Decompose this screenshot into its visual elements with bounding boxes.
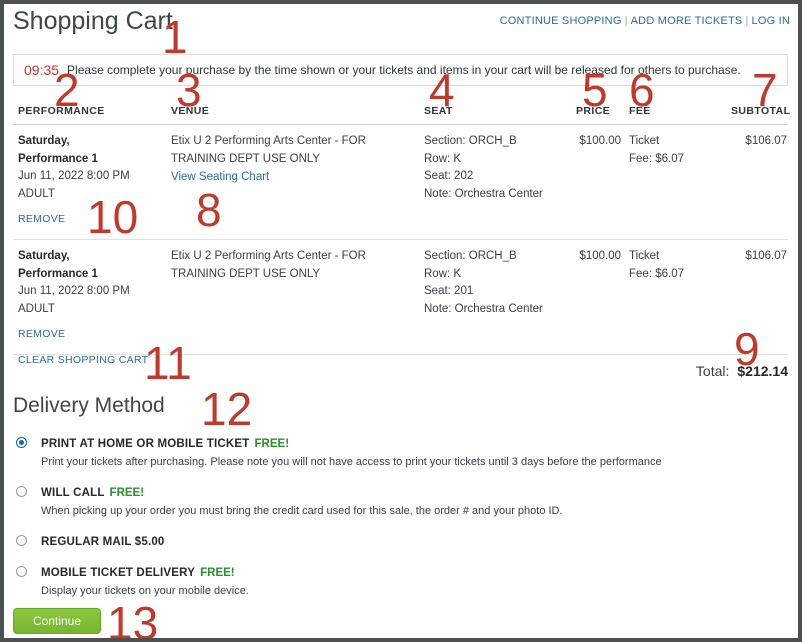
radio-mobile-ticket[interactable] xyxy=(16,566,27,577)
column-header-seat: SEAT xyxy=(424,105,453,117)
seat-number: Seat: 202 xyxy=(424,170,474,182)
cart-table: PERFORMANCE VENUE SEAT PRICE FEE SUBTOTA… xyxy=(13,102,791,355)
countdown-timer: 09:35 xyxy=(24,62,60,78)
seat-section: Section: ORCH_B xyxy=(424,250,517,262)
fee-value: Fee: $6.07 xyxy=(629,267,684,280)
delivery-option-description: Print your tickets after purchasing. Ple… xyxy=(41,456,662,468)
cart-total: Total: $212.14 xyxy=(696,363,788,379)
venue-name: Etix U 2 Performing Arts Center - FOR TR… xyxy=(171,135,366,165)
cell-price: $100.00 xyxy=(579,250,621,262)
delivery-option-description: When picking up your order you must brin… xyxy=(41,505,563,517)
notice-text: Please complete your purchase by the tim… xyxy=(67,63,741,77)
radio-will-call[interactable] xyxy=(16,486,27,497)
view-seating-chart-link[interactable]: View Seating Chart xyxy=(171,169,269,187)
delivery-option-print-at-home[interactable]: PRINT AT HOME OR MOBILE TICKET FREE! Prin… xyxy=(13,434,783,470)
total-label: Total: xyxy=(695,363,730,379)
cart-table-header: PERFORMANCE VENUE SEAT PRICE FEE SUBTOTA… xyxy=(13,102,791,125)
radio-regular-mail[interactable] xyxy=(16,535,27,546)
delivery-option-price: FREE! xyxy=(109,487,145,499)
continue-shopping-link[interactable]: CONTINUE SHOPPING xyxy=(500,15,622,27)
delivery-option-mobile-ticket[interactable]: MOBILE TICKET DELIVERY FREE! Display your… xyxy=(13,563,783,599)
cell-subtotal: $106.07 xyxy=(745,250,787,262)
annotation-number: 12 xyxy=(201,383,253,435)
ticket-type: ADULT xyxy=(18,302,55,315)
cell-price: $100.00 xyxy=(579,135,621,147)
total-amount: $212.14 xyxy=(737,363,788,379)
clear-shopping-cart-link[interactable]: CLEAR SHOPPING CART xyxy=(18,354,148,366)
column-header-fee: FEE xyxy=(629,105,651,117)
venue-name: Etix U 2 Performing Arts Center - FOR TR… xyxy=(171,250,366,280)
delivery-option-regular-mail[interactable]: REGULAR MAIL $5.00 xyxy=(13,532,783,550)
column-header-price: PRICE xyxy=(576,105,611,117)
radio-print-at-home[interactable] xyxy=(16,437,27,448)
add-more-tickets-link[interactable]: ADD MORE TICKETS xyxy=(631,15,743,27)
delivery-method-title: Delivery Method xyxy=(13,394,165,417)
cell-venue: Etix U 2 Performing Arts Center - FOR TR… xyxy=(171,248,419,283)
ticket-type: ADULT xyxy=(18,187,55,200)
link-separator-1: | xyxy=(624,15,628,27)
column-header-subtotal: SUBTOTAL xyxy=(731,105,791,117)
remove-item-link[interactable]: REMOVE xyxy=(18,211,65,229)
column-header-performance: PERFORMANCE xyxy=(18,105,105,117)
delivery-option-price: FREE! xyxy=(254,438,290,450)
fee-label: Ticket xyxy=(629,250,660,262)
delivery-option-description: Display your tickets on your mobile devi… xyxy=(41,585,249,597)
performance-date: Jun 11, 2022 8:00 PM xyxy=(18,170,130,182)
table-row: Saturday, Performance 1 Jun 11, 2022 8:0… xyxy=(13,240,788,355)
cell-performance: Saturday, Performance 1 Jun 11, 2022 8:0… xyxy=(18,248,166,344)
fee-label: Ticket xyxy=(629,135,660,147)
delivery-method-options: PRINT AT HOME OR MOBILE TICKET FREE! Prin… xyxy=(13,434,783,612)
seat-number: Seat: 201 xyxy=(424,285,474,297)
link-separator-2: | xyxy=(745,15,749,27)
table-row: Saturday, Performance 1 Jun 11, 2022 8:0… xyxy=(13,125,788,240)
delivery-option-label: PRINT AT HOME OR MOBILE TICKET xyxy=(41,438,250,450)
cell-performance: Saturday, Performance 1 Jun 11, 2022 8:0… xyxy=(18,133,166,229)
seat-note: Note: Orchestra Center xyxy=(424,187,543,200)
delivery-option-price: FREE! xyxy=(200,567,235,579)
performance-name: Saturday, Performance 1 xyxy=(18,135,98,165)
delivery-option-label: MOBILE TICKET DELIVERY xyxy=(41,567,196,579)
performance-date: Jun 11, 2022 8:00 PM xyxy=(18,285,130,297)
seat-note: Note: Orchestra Center xyxy=(424,302,543,315)
page-inner: Shopping Cart CONTINUE SHOPPING | ADD MORE… xyxy=(4,4,798,638)
continue-button[interactable]: Continue xyxy=(13,608,101,634)
seat-row: Row: K xyxy=(424,152,462,165)
shopping-cart-page: Shopping Cart CONTINUE SHOPPING | ADD MORE… xyxy=(0,0,802,642)
delivery-option-label: WILL CALL xyxy=(41,487,105,499)
delivery-option-label: REGULAR MAIL $5.00 xyxy=(41,536,165,548)
header-links: CONTINUE SHOPPING | ADD MORE TICKETS | LOG I… xyxy=(500,15,790,27)
cart-timer-notice: 09:35 Please complete your purchase by t… xyxy=(13,54,788,86)
seat-row: Row: K xyxy=(424,267,462,280)
log-in-link[interactable]: LOG IN xyxy=(752,15,791,27)
page-title: Shopping Cart xyxy=(13,7,173,35)
cell-subtotal: $106.07 xyxy=(745,135,787,147)
column-header-venue: VENUE xyxy=(171,105,210,117)
performance-name: Saturday, Performance 1 xyxy=(18,250,98,280)
delivery-option-will-call[interactable]: WILL CALL FREE! When picking up your orde… xyxy=(13,483,783,519)
remove-item-link[interactable]: REMOVE xyxy=(18,326,65,344)
cell-venue: Etix U 2 Performing Arts Center - FOR TR… xyxy=(171,133,419,187)
seat-section: Section: ORCH_B xyxy=(424,135,517,147)
fee-value: Fee: $6.07 xyxy=(629,152,684,165)
